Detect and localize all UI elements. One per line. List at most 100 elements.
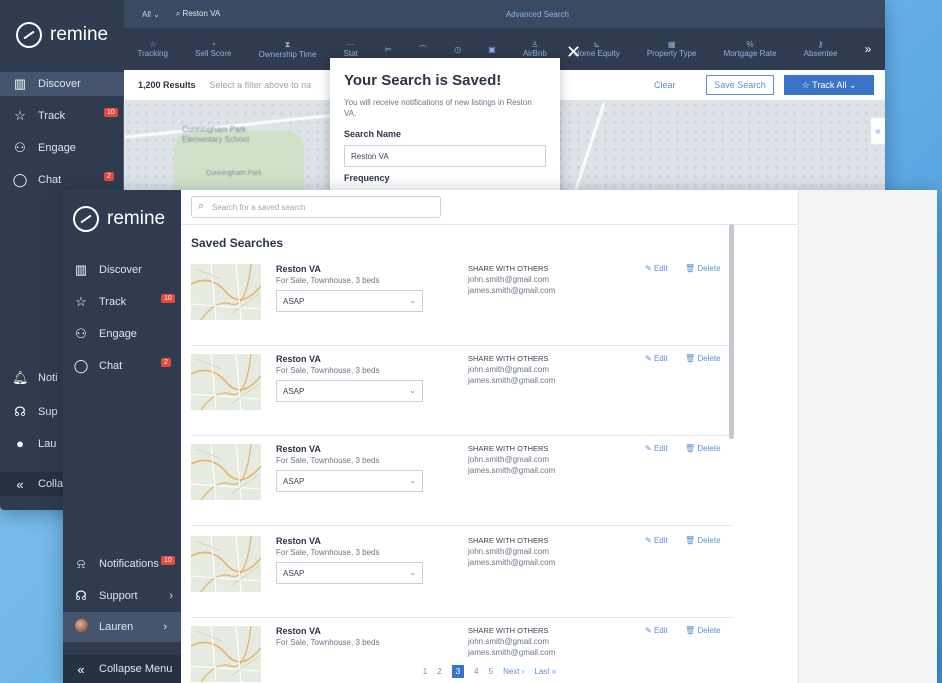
close-icon[interactable]: ✕ [566, 42, 581, 63]
page-4-link[interactable]: 4 [474, 667, 478, 676]
sidebar-item-label: Track [99, 296, 127, 308]
scrollbar-thumb[interactable] [729, 224, 734, 439]
filter-sell-score[interactable]: ◔ Sell Score [195, 40, 231, 58]
track-all-button[interactable]: ☆ Track All ⌄ [784, 75, 874, 95]
sidebar-item-label: Collapse Menu [99, 663, 173, 675]
people-icon: ⚇ [14, 140, 26, 155]
clear-button[interactable]: Clear [654, 80, 676, 90]
frequency-select[interactable]: ASAP ⌄ [276, 562, 423, 584]
edit-button[interactable]: ✎ Edit [645, 444, 668, 453]
top-search-bar: All ⌄ ⌕ Reston VA Advanced Search [124, 0, 885, 28]
edit-button[interactable]: ✎ Edit [645, 264, 668, 273]
sidebar-item-label: Support [99, 590, 138, 602]
headset-icon: ☊ [75, 588, 87, 603]
delete-button[interactable]: 🗑︎ Delete [685, 444, 721, 453]
sidebar-item-discover[interactable]: ▥ Discover [0, 72, 124, 96]
filter-absentee[interactable]: ⚷ Absentee [804, 40, 838, 58]
search-name: Reston VA [276, 354, 321, 364]
panel-toggle-button[interactable]: « [871, 118, 885, 144]
delete-button[interactable]: 🗑︎ Delete [685, 264, 721, 273]
page-3-current[interactable]: 3 [451, 664, 465, 678]
frequency-select[interactable]: ASAP ⌄ [276, 470, 423, 492]
delete-button[interactable]: 🗑︎ Delete [685, 354, 721, 363]
page-2-link[interactable]: 2 [437, 667, 441, 676]
filter-beds[interactable]: ⊨ [385, 45, 392, 54]
filter-tracking[interactable]: ☆ Tracking [138, 40, 168, 58]
filter-mortgage-rate[interactable]: % Mortgage Rate [724, 40, 777, 58]
sidebar-item-label: Engage [99, 328, 137, 340]
headset-icon: ☊ [14, 404, 26, 419]
map-thumbnail[interactable] [191, 444, 261, 500]
search-placeholder: Search for a saved search [212, 202, 306, 212]
share-email: john.smith@gmail.com [468, 365, 550, 374]
map-thumbnail[interactable] [191, 536, 261, 592]
more-filters-button[interactable]: » [865, 42, 872, 56]
chat-badge: 2 [161, 358, 171, 367]
delete-button[interactable]: 🗑︎ Delete [685, 536, 721, 545]
sidebar-item-support[interactable]: ☊ Support › [73, 588, 177, 604]
sidebar-item-notifications[interactable]: ⍾ Notifications 10 [73, 556, 179, 572]
pagination: 1 2 3 4 5 Next › Last » [181, 659, 798, 683]
divider [181, 224, 798, 225]
sidebar-item-chat[interactable]: ◯ Chat 2 [12, 172, 122, 188]
chevron-down-icon: ⌄ [846, 79, 857, 90]
search-icon: ⌕ [175, 9, 181, 18]
share-email: john.smith@gmail.com [468, 455, 550, 464]
filter-ownership-time[interactable]: ⧗ Ownership Time [259, 40, 317, 59]
saved-search-row: Reston VA For Sale, Townhouse, 3 beds ASAP… [191, 258, 733, 346]
save-search-button[interactable]: Save Search [706, 75, 774, 95]
airbnb-icon: ♙ [531, 40, 539, 49]
frequency-select[interactable]: ASAP ⌄ [276, 380, 423, 402]
bed-icon: ⊨ [384, 44, 392, 54]
page-5-link[interactable]: 5 [489, 667, 493, 676]
filter-stat[interactable]: ⋯ Stat [344, 40, 358, 58]
brand-logo: remine [16, 22, 108, 48]
sidebar-item-track[interactable]: ☆ Track 10 [12, 108, 122, 124]
page-1-link[interactable]: 1 [423, 667, 427, 676]
sidebar-item-chat[interactable]: ◯ Chat 2 [73, 358, 179, 374]
map-label-park: Cunningham Park [205, 170, 263, 177]
edit-button[interactable]: ✎ Edit [645, 536, 668, 545]
saved-search-input[interactable]: ⌕ Search for a saved search [191, 196, 441, 218]
search-criteria: For Sale, Townhouse, 3 beds [276, 366, 380, 375]
delete-button[interactable]: 🗑︎ Delete [685, 626, 721, 635]
map-label-school: Cunningham Park Elementary School [182, 125, 250, 144]
chevron-down-icon: ⌄ [409, 296, 416, 305]
chevron-down-icon: ⌄ [409, 386, 416, 395]
search-name-input[interactable] [344, 145, 546, 168]
frequency-select[interactable]: ASAP ⌄ [276, 290, 423, 312]
next-page-link[interactable]: Next › [503, 667, 524, 676]
edit-button[interactable]: ✎ Edit [645, 626, 668, 635]
chevron-right-icon: › [163, 621, 167, 633]
remine-logo-icon [16, 22, 42, 48]
scrollbar[interactable] [729, 224, 734, 659]
sidebar-item-profile[interactable]: ● Lau [12, 436, 56, 451]
share-label: SHARE WITH OTHERS [468, 354, 549, 363]
collapse-menu-button[interactable]: « Collapse Menu [63, 655, 181, 683]
filter-clock[interactable]: ◷ [454, 45, 461, 54]
filter-property-type[interactable]: ▦ Property Type [647, 40, 697, 58]
sidebar-item-track[interactable]: ☆ Track 10 [73, 294, 179, 310]
sidebar-item-engage[interactable]: ⚇ Engage [73, 326, 137, 342]
map-thumbnail[interactable] [191, 354, 261, 410]
scope-select[interactable]: All ⌄ [142, 10, 160, 19]
edit-button[interactable]: ✎ Edit [645, 354, 668, 363]
sidebar-item-support[interactable]: ☊ Sup [12, 404, 57, 420]
filter-baths[interactable]: ⌒ [419, 44, 427, 55]
trash-icon: 🗑︎ [685, 354, 698, 363]
sidebar-item-notifications[interactable]: 🔔︎ Noti [12, 370, 58, 386]
filter-calendar[interactable]: ▣ [488, 45, 496, 54]
location-search-input[interactable]: ⌕ Reston VA [176, 9, 496, 19]
sidebar-item-discover[interactable]: ▥ Discover [73, 262, 142, 278]
map-thumbnail[interactable] [191, 264, 261, 320]
last-page-link[interactable]: Last » [534, 667, 556, 676]
sidebar-item-profile[interactable]: Lauren › [63, 612, 181, 642]
filter-airbnb[interactable]: ♙ AirBnb [523, 40, 547, 58]
advanced-search-link[interactable]: Advanced Search [506, 10, 569, 19]
sidebar-item-engage[interactable]: ⚇ Engage [12, 140, 122, 156]
search-criteria: For Sale, Townhouse, 3 beds [276, 276, 380, 285]
filter-label: Property Type [646, 49, 697, 58]
search-criteria: For Sale, Townhouse, 3 beds [276, 638, 380, 647]
bell-icon: ⍾ [76, 556, 86, 571]
filter-label: Ownership Time [258, 49, 317, 59]
